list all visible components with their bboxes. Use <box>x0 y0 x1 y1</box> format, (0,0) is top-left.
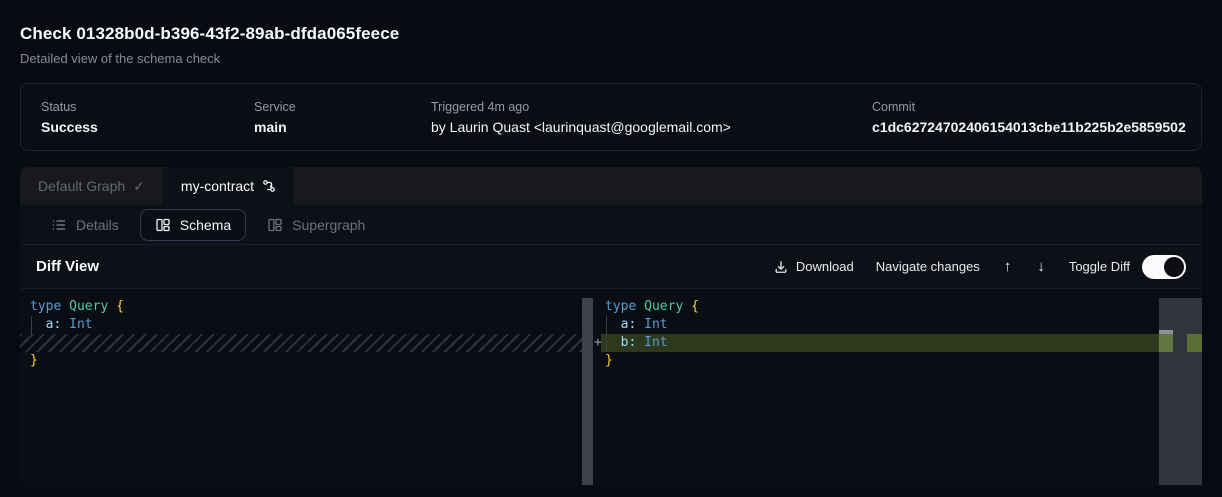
download-label: Download <box>796 259 854 274</box>
toggle-knob <box>1164 257 1184 277</box>
left-scrollbar[interactable] <box>582 298 593 485</box>
previous-change-button[interactable]: ↑ <box>1002 258 1014 275</box>
navigate-changes-label: Navigate changes <box>876 259 980 274</box>
commit-value: c1dc62724702406154013cbe11b225b2e5859502 <box>872 119 1186 135</box>
meta-commit: Commit c1dc62724702406154013cbe11b225b2e… <box>872 100 1186 135</box>
schema-check-panel: Default Graph ✓ my-contract <box>20 167 1202 485</box>
tab-default-graph[interactable]: Default Graph ✓ <box>20 167 163 205</box>
page-title: Check 01328b0d-b396-43f2-89ab-dfda065fee… <box>20 24 1202 44</box>
list-icon <box>51 217 67 233</box>
diff-view-title: Diff View <box>36 258 99 275</box>
navigate-changes-button[interactable]: Navigate changes <box>876 259 980 274</box>
meta-status: Status Success <box>41 100 254 135</box>
page-header: Check 01328b0d-b396-43f2-89ab-dfda065fee… <box>0 0 1222 66</box>
download-icon <box>774 260 788 274</box>
download-button[interactable]: Download <box>774 259 854 274</box>
commit-label: Commit <box>872 100 1186 114</box>
arrow-down-icon: ↓ <box>1037 258 1045 275</box>
columns-icon <box>267 217 283 233</box>
check-icon: ✓ <box>133 178 145 195</box>
diff-toolbar: Diff View Download Navigate changes ↑ <box>20 245 1202 289</box>
next-change-button[interactable]: ↓ <box>1035 258 1047 275</box>
indent-guide <box>606 334 607 352</box>
diff-pane-before[interactable]: type Query { a: Int} <box>20 289 595 485</box>
indent-guide <box>606 316 607 334</box>
toggle-diff-label: Toggle Diff <box>1069 259 1130 274</box>
schema-diff-editor: type Query { a: Int} + type Query { a: I… <box>20 289 1202 485</box>
code-line: type Query { <box>595 298 1202 316</box>
tab-supergraph[interactable]: Supergraph <box>252 209 380 241</box>
service-label: Service <box>254 100 431 114</box>
tab-schema-label: Schema <box>180 217 231 233</box>
meta-service: Service main <box>254 100 431 135</box>
diff-added-line: b: Int <box>601 334 1202 352</box>
diff-filler-line <box>20 334 593 352</box>
git-compare-icon <box>262 179 276 193</box>
diff-right-code: type Query { a: Int b: Int} <box>595 298 1202 370</box>
toggle-diff-control: Toggle Diff <box>1069 255 1186 279</box>
code-line: } <box>595 352 1202 370</box>
view-tabs: Details Schema <box>20 205 1202 245</box>
check-meta-card: Status Success Service main Triggered 4m… <box>20 83 1202 151</box>
page-subtitle: Detailed view of the schema check <box>20 51 1202 66</box>
tab-my-contract-label: my-contract <box>181 178 254 194</box>
diff-left-code: type Query { a: Int} <box>20 298 593 370</box>
tab-my-contract[interactable]: my-contract <box>163 167 294 205</box>
meta-triggered: Triggered 4m ago by Laurin Quast <laurin… <box>431 100 872 135</box>
tab-default-graph-label: Default Graph <box>38 178 125 194</box>
arrow-up-icon: ↑ <box>1004 258 1012 275</box>
code-line: } <box>20 352 593 370</box>
contract-panel: Details Schema <box>20 205 1202 485</box>
status-label: Status <box>41 100 254 114</box>
triggered-label: Triggered 4m ago <box>431 100 872 114</box>
triggered-value: by Laurin Quast <laurinquast@googlemail.… <box>431 119 872 135</box>
toggle-diff-switch[interactable] <box>1142 255 1186 279</box>
right-scrollbar-minimap[interactable] <box>1159 298 1202 485</box>
diff-toolbar-actions: Download Navigate changes ↑ ↓ Toggle Dif… <box>774 255 1186 279</box>
graph-tab-strip: Default Graph ✓ my-contract <box>20 167 1202 205</box>
code-line: a: Int <box>595 316 1202 334</box>
service-value: main <box>254 119 431 135</box>
columns-icon <box>155 217 171 233</box>
status-value: Success <box>41 119 254 135</box>
code-line: a: Int <box>20 316 593 334</box>
tab-schema[interactable]: Schema <box>140 209 246 241</box>
tab-details[interactable]: Details <box>36 209 134 241</box>
code-line: type Query { <box>20 298 593 316</box>
overview-ruler-added-marker <box>1187 334 1202 352</box>
tab-supergraph-label: Supergraph <box>292 217 365 233</box>
tab-details-label: Details <box>76 217 119 233</box>
indent-guide <box>31 316 32 334</box>
minimap-added-region <box>1159 334 1173 352</box>
diff-pane-after[interactable]: + type Query { a: Int b: Int} <box>595 289 1202 485</box>
